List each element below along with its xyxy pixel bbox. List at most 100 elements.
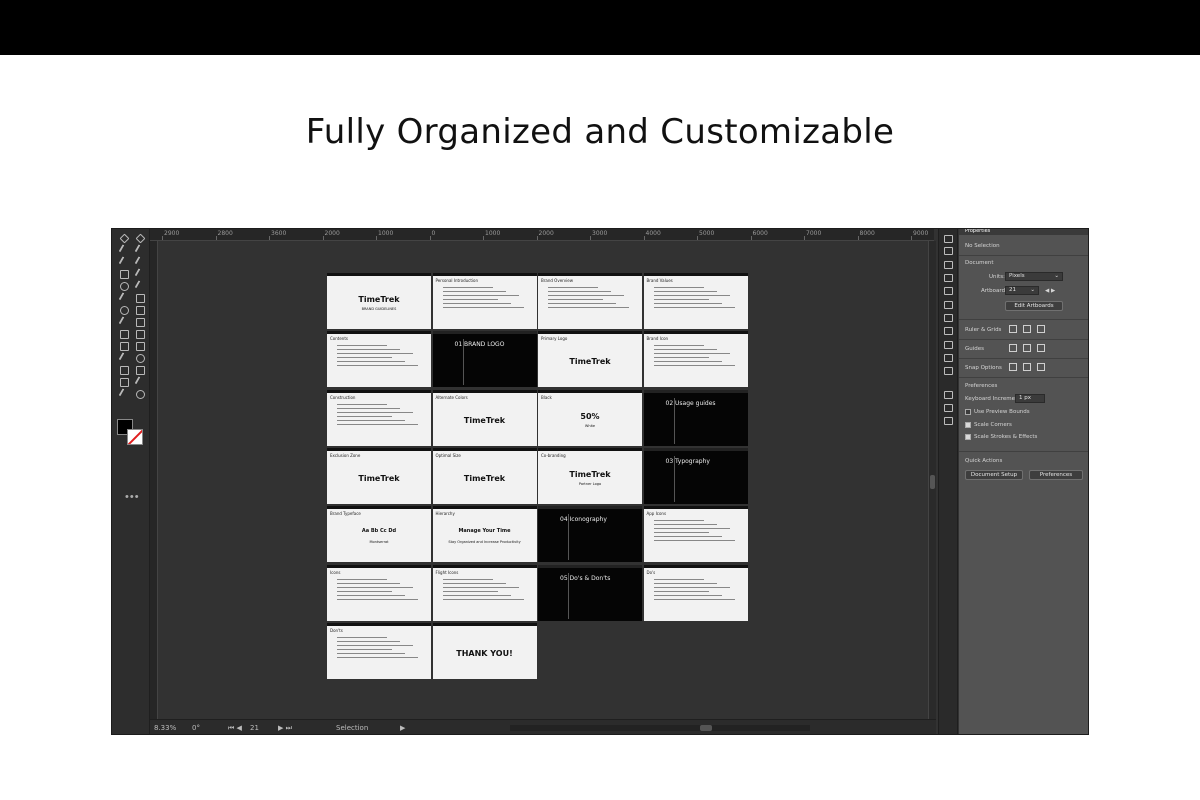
artboard-thumbnail[interactable]: Black 50% White bbox=[538, 389, 642, 446]
graph-tool-icon[interactable] bbox=[133, 365, 146, 375]
artboard-thumbnail[interactable]: Alternate Colors TimeTrek bbox=[432, 389, 537, 446]
smart-guides-icon[interactable] bbox=[1037, 344, 1045, 352]
pathfinder-panel-icon[interactable] bbox=[944, 301, 953, 309]
color-panel-icon[interactable] bbox=[944, 354, 953, 362]
symbol-sprayer-tool-icon[interactable] bbox=[117, 365, 130, 375]
shape-builder-tool-icon[interactable] bbox=[117, 329, 130, 339]
curvature-tool-icon[interactable] bbox=[133, 257, 146, 266]
scale-strokes-checkbox[interactable] bbox=[965, 434, 971, 440]
artboard-nav-next-icon[interactable]: ▶ ⏭ bbox=[278, 724, 292, 733]
snap-to-point-icon[interactable] bbox=[1009, 363, 1017, 371]
rotate-tool-icon[interactable] bbox=[117, 305, 130, 315]
artboard-thumbnail[interactable]: 02 Usage guides bbox=[643, 389, 748, 446]
more-tools-icon[interactable]: ••• bbox=[125, 491, 140, 503]
snap-to-pixel-icon[interactable] bbox=[1037, 363, 1045, 371]
warp-tool-icon[interactable] bbox=[117, 317, 130, 326]
grid-icon[interactable] bbox=[1023, 325, 1031, 333]
hand-tool-icon[interactable] bbox=[117, 389, 130, 398]
artboard-thumbnail[interactable]: Construction bbox=[327, 389, 431, 446]
artboard-thumbnail[interactable]: Exclusion Zone TimeTrek bbox=[327, 447, 431, 504]
use-preview-bounds-checkbox[interactable] bbox=[965, 409, 971, 415]
artboards-panel-icon[interactable] bbox=[944, 391, 953, 399]
free-transform-tool-icon[interactable] bbox=[133, 317, 146, 327]
properties-panel-icon[interactable] bbox=[944, 235, 953, 243]
perspective-grid-tool-icon[interactable] bbox=[133, 329, 146, 339]
links-panel-icon[interactable] bbox=[944, 417, 953, 425]
character-panel-icon[interactable] bbox=[944, 314, 953, 322]
artboard-number[interactable]: 21 bbox=[250, 724, 259, 732]
stroke-swatch[interactable] bbox=[127, 429, 143, 445]
artboard-thumbnail[interactable]: Optimal Size TimeTrek bbox=[432, 447, 537, 504]
swatches-panel-icon[interactable] bbox=[944, 341, 953, 349]
paintbrush-tool-icon[interactable] bbox=[133, 281, 146, 290]
artboard-thumbnail[interactable]: 05 Do's & Don'ts bbox=[538, 564, 642, 621]
artboard-nav-icon[interactable]: ⏮ ◀ bbox=[228, 724, 242, 733]
artboard-thumbnail[interactable]: Co-branding TimeTrek Partner Logo bbox=[538, 447, 642, 504]
direct-selection-tool-icon[interactable] bbox=[133, 233, 146, 242]
lock-guides-icon[interactable] bbox=[1023, 344, 1031, 352]
vertical-scrollbar[interactable] bbox=[928, 241, 936, 719]
properties-tab[interactable]: Properties bbox=[959, 229, 1088, 235]
artboard-thumbnail[interactable]: 01 BRAND LOGO bbox=[432, 331, 537, 388]
edit-artboards-button[interactable]: Edit Artboards bbox=[1005, 301, 1063, 311]
zoom-tool-icon[interactable] bbox=[133, 389, 146, 399]
shaper-tool-icon[interactable] bbox=[117, 293, 130, 302]
hscroll-thumb[interactable] bbox=[700, 725, 712, 731]
artboard-thumbnail[interactable]: Flight Icons bbox=[432, 564, 537, 621]
artboard-thumbnail[interactable]: Brand Icon bbox=[643, 331, 748, 388]
brushes-panel-icon[interactable] bbox=[944, 367, 953, 375]
fill-stroke-swatches[interactable] bbox=[117, 419, 147, 449]
ellipse-tool-icon[interactable] bbox=[117, 281, 130, 291]
artboard-thumbnail[interactable]: 03 Typography bbox=[643, 447, 748, 504]
type-tool-icon[interactable] bbox=[117, 269, 130, 279]
selection-tool-icon[interactable] bbox=[117, 233, 130, 242]
show-guides-icon[interactable] bbox=[1009, 344, 1017, 352]
align-panel-icon[interactable] bbox=[944, 287, 953, 295]
status-arrow-icon[interactable]: ▶ bbox=[400, 724, 405, 732]
zoom-level[interactable]: 8.33% bbox=[154, 724, 176, 732]
artboard-thumbnail[interactable]: Brand Typeface Aa Bb Cc Dd Montserrat bbox=[327, 506, 431, 563]
rotate-view[interactable]: 0° bbox=[192, 724, 200, 732]
preferences-button[interactable]: Preferences bbox=[1029, 470, 1083, 480]
rulers-icon[interactable] bbox=[1009, 325, 1017, 333]
artboard-thumbnail[interactable]: Icons bbox=[327, 564, 431, 621]
transform-panel-icon[interactable] bbox=[944, 274, 953, 282]
scroll-thumb[interactable] bbox=[930, 475, 935, 489]
asset-export-panel-icon[interactable] bbox=[944, 404, 953, 412]
artboard-thumbnail[interactable]: Don'ts bbox=[327, 622, 431, 679]
units-dropdown[interactable]: Pixels ⌄ bbox=[1005, 272, 1063, 281]
gradient-tool-icon[interactable] bbox=[133, 341, 146, 351]
keyboard-increment-input[interactable]: 1 px bbox=[1015, 394, 1045, 403]
line-tool-icon[interactable] bbox=[133, 269, 146, 278]
blend-tool-icon[interactable] bbox=[133, 353, 146, 363]
document-setup-button[interactable]: Document Setup bbox=[965, 470, 1023, 480]
mesh-tool-icon[interactable] bbox=[117, 341, 130, 351]
eraser-tool-icon[interactable] bbox=[133, 293, 146, 303]
artboard-thumbnail[interactable]: Brand Overview bbox=[538, 273, 642, 329]
slice-tool-icon[interactable] bbox=[133, 377, 146, 386]
pixel-grid-icon[interactable] bbox=[1037, 325, 1045, 333]
layers-panel-icon[interactable] bbox=[944, 247, 953, 255]
artboard-thumbnail[interactable]: TimeTrek BRAND GUIDELINES bbox=[327, 273, 431, 329]
canvas[interactable]: TimeTrek BRAND GUIDELINES Personal Introdu… bbox=[158, 241, 934, 719]
artboard-thumbnail[interactable]: Contents bbox=[327, 331, 431, 388]
lasso-tool-icon[interactable] bbox=[133, 245, 146, 254]
pen-tool-icon[interactable] bbox=[117, 257, 130, 266]
eyedropper-tool-icon[interactable] bbox=[117, 353, 130, 362]
artboard-thumbnail[interactable]: Brand Values bbox=[643, 273, 748, 329]
artboard-thumbnail[interactable]: Primary Logo TimeTrek bbox=[538, 331, 642, 388]
artboard-thumbnail[interactable]: Do's bbox=[643, 564, 748, 621]
scale-tool-icon[interactable] bbox=[133, 305, 146, 315]
magic-wand-tool-icon[interactable] bbox=[117, 245, 130, 254]
libraries-panel-icon[interactable] bbox=[944, 261, 953, 269]
artboard-thumbnail[interactable]: App Icons bbox=[643, 506, 748, 563]
paragraph-panel-icon[interactable] bbox=[944, 327, 953, 335]
scale-corners-checkbox[interactable] bbox=[965, 422, 971, 428]
artboard-tool-icon[interactable] bbox=[117, 377, 130, 387]
artboard-thumbnail[interactable]: THANK YOU! bbox=[432, 622, 537, 679]
horizontal-scrollbar[interactable] bbox=[510, 725, 810, 731]
artboard-thumbnail[interactable]: 04 Iconography bbox=[538, 506, 642, 563]
artboard-thumbnail[interactable]: Personal Introduction bbox=[432, 273, 537, 329]
snap-to-grid-icon[interactable] bbox=[1023, 363, 1031, 371]
artboard-thumbnail[interactable]: Hierarchy Manage Your Time Stay Organized … bbox=[432, 506, 537, 563]
